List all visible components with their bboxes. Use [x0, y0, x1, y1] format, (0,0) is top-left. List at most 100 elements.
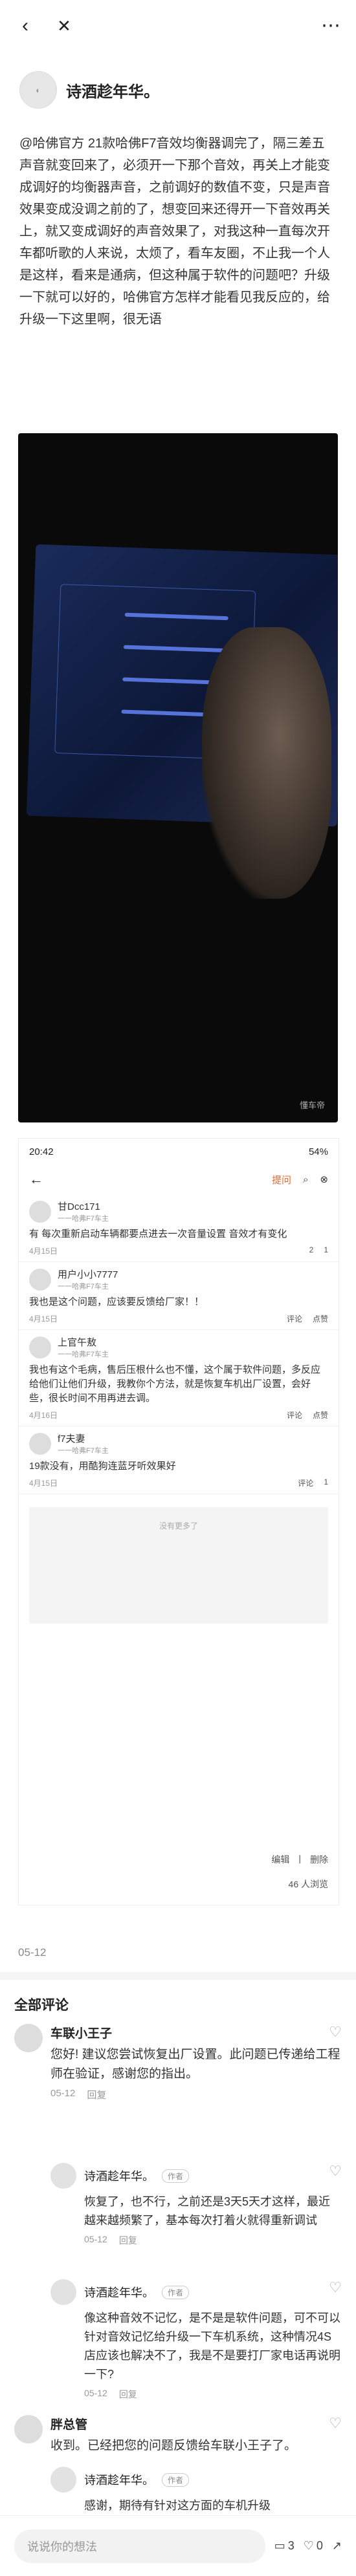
share-icon[interactable]: ↗ [332, 2539, 342, 2553]
reply-author[interactable]: 诗酒趁年华。 [84, 2284, 154, 2301]
avatar[interactable] [50, 2467, 76, 2493]
status-battery: 54% [308, 1146, 328, 1157]
like-count: 点赞 [312, 1411, 328, 1420]
like-icon[interactable]: ♡ [329, 2024, 342, 2041]
avatar [29, 1336, 51, 1358]
back-arrow-icon: ← [29, 1171, 43, 1187]
comment-date: 4月15日 [29, 1247, 58, 1256]
comment-date: 4月15日 [29, 1479, 58, 1488]
reply-item: 诗酒趁年华。 作者 感谢，期待有针对这方面的车机升级 [50, 2467, 342, 2513]
eq-slider [124, 612, 228, 621]
comment-count: 评论 [286, 1315, 302, 1324]
divider [0, 1972, 356, 1980]
reply-text: 感谢，期待有针对这方面的车机升级 [84, 2499, 271, 2512]
like-count: 点赞 [312, 1315, 328, 1324]
avatar[interactable] [14, 2024, 43, 2052]
hand-image [202, 627, 331, 899]
comment-count: 评论 [298, 1479, 314, 1488]
avatar[interactable] [50, 2279, 76, 2305]
comment-text: 我也有这个毛病，售后压根什么也不懂，这个属于软件问题，多反应给他们让他们升级，我… [29, 1364, 321, 1404]
author-badge: 作者 [162, 2169, 190, 2183]
bottom-action-bar: 说说你的想法 ▭ 3 ♡ 0 ↗ [0, 2515, 356, 2576]
post-text: @哈佛官方 21款哈佛F7音效均衡器调完了，隔三差五声音就变回来了，必须开一下那… [19, 136, 330, 327]
reply-item: 诗酒趁年华。 作者 恢复了，也不行，之前还是3天5天才这样，最近越来越频繁了，基本… [50, 2163, 342, 2247]
like-count: 0 [316, 2539, 323, 2552]
comment-author[interactable]: 胖总管 [50, 2415, 296, 2432]
reply-button[interactable]: 回复 [119, 2234, 137, 2247]
reply-author[interactable]: 诗酒趁年华。 [84, 2471, 154, 2488]
status-time: 20:42 [29, 1146, 54, 1157]
close-icon[interactable]: ✕ [53, 15, 75, 37]
avatar[interactable]: ◐ [19, 71, 57, 109]
views-count: 46 人浏览 [288, 1879, 328, 1889]
back-arrow-icon[interactable]: ‹ [14, 15, 36, 37]
like-icon: ♡ [303, 2539, 314, 2552]
screenshot-comment: 用户小小7777 一一哈弗F7车主我也是这个问题，应该要反馈给厂家！！ 4月15日 评… [19, 1262, 339, 1330]
eq-slider [123, 645, 228, 653]
comment-text: 19款没有，用酷狗连蓝牙听效果好 [29, 1461, 176, 1472]
author-name[interactable]: 诗酒趁年华。 [66, 79, 159, 102]
post-date: 05-12 [18, 1946, 47, 1959]
comment-author: f7夫妻 [58, 1433, 85, 1444]
reply-author[interactable]: 诗酒趁年华。 [84, 2167, 154, 2184]
screenshot-comment-list: 甘Dcc171 一一哈弗F7车主有 每次重新启动车辆都要点进去一次音量设置 音效才… [19, 1194, 339, 1494]
top-bar: ‹ ✕ ⋯ [0, 0, 356, 52]
avatar [29, 1268, 51, 1291]
video-player[interactable]: 懂车帝 [18, 433, 338, 1122]
embedded-screenshot: 20:42 54% ← 提问 ⌕ ⊗ 甘Dcc171 一一哈弗F7车主有 每次重新… [18, 1138, 339, 1905]
reply-text: 像这种音效不记忆，是不是是软件问题，可不可以针对音效记忆给升级一下车机系统，这种… [84, 2312, 340, 2381]
reply-item: 诗酒趁年华。 作者 像这种音效不记忆，是不是是软件问题，可不可以针对音效记忆给升级… [50, 2279, 342, 2401]
comment-input[interactable]: 说说你的想法 [14, 2529, 265, 2563]
comment-author: 用户小小7777 [58, 1269, 118, 1280]
comment-subtitle: 一一哈弗F7车主 [58, 1283, 109, 1291]
screenshot-nav: ← 提问 ⌕ ⊗ [19, 1165, 339, 1194]
comment-icon: ▭ [274, 2539, 285, 2552]
like-icon[interactable]: ♡ [329, 2163, 342, 2180]
reply-button[interactable]: 回复 [87, 2088, 106, 2101]
avatar[interactable] [14, 2415, 43, 2443]
avatar [29, 1200, 51, 1223]
empty-state: 没有更多了 [29, 1507, 328, 1624]
reply-date: 05-12 [84, 2234, 107, 2244]
status-bar: 20:42 54% [19, 1139, 339, 1165]
comment-author[interactable]: 车联小王子 [50, 2024, 342, 2041]
video-watermark: 懂车帝 [299, 1100, 325, 1110]
screenshot-comment: 上官午敖一一哈弗F7车主我也有这个毛病，售后压根什么也不懂，这个属于软件问题，多… [19, 1330, 339, 1426]
comment-date: 4月15日 [29, 1315, 58, 1324]
comment-item: 胖总管 收到。已经把您的问题反馈给车联小王子了。 ♡ [14, 2415, 342, 2456]
author-row[interactable]: ◐ 诗酒趁年华。 [19, 71, 159, 109]
report-label: 提问 [272, 1174, 292, 1186]
comment-text: 收到。已经把您的问题反馈给车联小王子了。 [50, 2439, 297, 2453]
edit-delete-row: 编辑 | 删除 [271, 1853, 328, 1865]
close-icon: ⊗ [320, 1174, 328, 1185]
avatar[interactable] [50, 2163, 76, 2189]
like-count: 1 [324, 1245, 328, 1254]
author-badge: 作者 [162, 2473, 190, 2487]
comment-text: 有 每次重新启动车辆都要点进去一次音量设置 音效才有变化 [29, 1229, 287, 1240]
edit-label: 编辑 [271, 1854, 290, 1865]
comment-text: 我也是这个问题，应该要反馈给厂家！！ [29, 1296, 205, 1307]
comment-author: 甘Dcc171 [58, 1201, 100, 1212]
reply-button[interactable]: 回复 [119, 2388, 137, 2401]
author-badge: 作者 [162, 2285, 190, 2299]
like-icon[interactable]: ♡ [329, 2415, 342, 2432]
screenshot-comment: f7夫妻一一哈弗F7车主 19款没有，用酷狗连蓝牙听效果好 4月15日 评论 1 [19, 1426, 339, 1494]
comment-subtitle: 一一哈弗F7车主 [58, 1351, 109, 1358]
comment-date: 4月16日 [29, 1411, 58, 1420]
comment-subtitle: 一一哈弗F7车主 [58, 1447, 109, 1455]
comment-count: 3 [287, 2539, 295, 2552]
comment-author: 上官午敖 [58, 1337, 97, 1348]
screenshot-comment: 甘Dcc171 一一哈弗F7车主有 每次重新启动车辆都要点进去一次音量设置 音效才… [19, 1194, 339, 1262]
comment-date: 05-12 [50, 2088, 76, 2099]
comment-item: 车联小王子 您好! 建议您尝试恢复出厂设置。此问题已传递给工程师在验证，感谢您的… [14, 2024, 342, 2101]
like-icon[interactable]: ♡ [329, 2279, 342, 2296]
all-comments-heading: 全部评论 [14, 1998, 69, 2013]
comment-count-button[interactable]: ▭ 3 [274, 2539, 295, 2553]
like-count-button[interactable]: ♡ 0 [304, 2539, 323, 2553]
like-count: 1 [324, 1477, 328, 1487]
more-dots-icon[interactable]: ⋯ [320, 15, 342, 37]
comment-count: 2 [309, 1245, 314, 1254]
comment-subtitle: 一一哈弗F7车主 [58, 1215, 109, 1223]
comment-count: 评论 [286, 1411, 302, 1420]
search-icon: ⌕ [303, 1174, 309, 1185]
